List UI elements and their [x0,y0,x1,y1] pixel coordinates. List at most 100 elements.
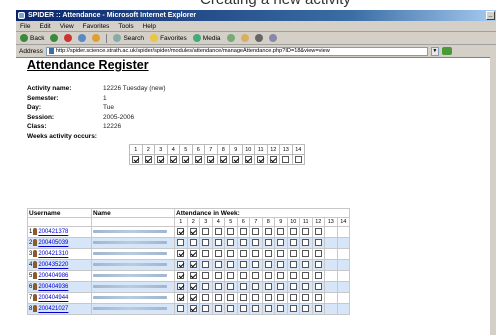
week-checkbox[interactable] [257,156,265,163]
attendance-checkbox[interactable] [277,305,285,313]
student-photo-icon[interactable] [33,250,38,258]
minimize-icon[interactable]: _ [486,11,495,20]
attendance-checkbox[interactable] [202,228,210,236]
attendance-checkbox[interactable] [189,283,197,291]
attendance-checkbox[interactable] [289,239,297,247]
menu-view[interactable]: View [60,23,74,30]
attendance-checkbox[interactable] [277,239,285,247]
student-photo-icon[interactable] [33,272,38,280]
week-checkbox[interactable] [244,156,252,163]
attendance-checkbox[interactable] [314,261,322,269]
attendance-checkbox[interactable] [177,305,185,313]
attendance-checkbox[interactable] [289,294,297,302]
attendance-checkbox[interactable] [214,250,222,258]
student-photo-icon[interactable] [33,294,38,302]
attendance-checkbox[interactable] [264,228,272,236]
attendance-checkbox[interactable] [202,283,210,291]
attendance-checkbox[interactable] [214,305,222,313]
username-link[interactable]: 200405039 [38,241,68,247]
attendance-checkbox[interactable] [289,228,297,236]
attendance-checkbox[interactable] [177,239,185,247]
attendance-checkbox[interactable] [214,272,222,280]
address-input[interactable]: http://spider.science.strath.ac.uk/spide… [45,46,428,56]
week-checkbox[interactable] [219,156,227,163]
attendance-checkbox[interactable] [239,239,247,247]
student-photo-icon[interactable] [33,305,38,313]
week-checkbox[interactable] [169,156,177,163]
student-photo-icon[interactable] [33,283,38,291]
attendance-checkbox[interactable] [239,272,247,280]
attendance-checkbox[interactable] [277,294,285,302]
student-photo-icon[interactable] [33,228,38,236]
attendance-checkbox[interactable] [264,272,272,280]
attendance-checkbox[interactable] [252,305,260,313]
print-icon[interactable] [254,34,263,42]
menu-tools[interactable]: Tools [118,23,133,30]
attendance-checkbox[interactable] [302,283,310,291]
attendance-checkbox[interactable] [189,294,197,302]
attendance-checkbox[interactable] [227,228,235,236]
week-checkbox[interactable] [194,156,202,163]
menu-file[interactable]: File [20,23,30,30]
attendance-checkbox[interactable] [289,283,297,291]
attendance-checkbox[interactable] [252,294,260,302]
edit-icon[interactable] [268,34,277,42]
attendance-checkbox[interactable] [214,239,222,247]
attendance-checkbox[interactable] [239,305,247,313]
attendance-checkbox[interactable] [264,294,272,302]
attendance-checkbox[interactable] [189,228,197,236]
attendance-checkbox[interactable] [202,305,210,313]
favorites-button[interactable]: Favorites [150,34,187,42]
week-checkbox[interactable] [294,156,302,163]
media-button[interactable]: Media [192,34,221,42]
attendance-checkbox[interactable] [214,294,222,302]
search-button[interactable]: Search [113,34,144,42]
attendance-checkbox[interactable] [252,228,260,236]
username-link[interactable]: 200404936 [38,285,68,291]
week-checkbox[interactable] [157,156,165,163]
attendance-checkbox[interactable] [289,250,297,258]
attendance-checkbox[interactable] [214,228,222,236]
attendance-checkbox[interactable] [277,261,285,269]
attendance-checkbox[interactable] [227,272,235,280]
attendance-checkbox[interactable] [177,250,185,258]
attendance-checkbox[interactable] [302,228,310,236]
attendance-checkbox[interactable] [189,261,197,269]
attendance-checkbox[interactable] [214,283,222,291]
week-checkbox[interactable] [207,156,215,163]
mail-icon[interactable] [240,34,249,42]
attendance-checkbox[interactable] [189,239,197,247]
attendance-checkbox[interactable] [252,261,260,269]
student-photo-icon[interactable] [33,239,38,247]
refresh-icon[interactable] [78,34,87,42]
week-checkbox[interactable] [269,156,277,163]
attendance-checkbox[interactable] [239,250,247,258]
username-link[interactable]: 200421378 [38,230,68,236]
attendance-checkbox[interactable] [302,294,310,302]
attendance-checkbox[interactable] [277,283,285,291]
menu-favorites[interactable]: Favorites [83,23,110,30]
attendance-checkbox[interactable] [202,294,210,302]
week-checkbox[interactable] [144,156,152,163]
attendance-checkbox[interactable] [277,250,285,258]
attendance-checkbox[interactable] [314,294,322,302]
attendance-checkbox[interactable] [277,228,285,236]
attendance-checkbox[interactable] [264,261,272,269]
attendance-checkbox[interactable] [177,283,185,291]
attendance-checkbox[interactable] [314,239,322,247]
attendance-checkbox[interactable] [264,239,272,247]
attendance-checkbox[interactable] [252,250,260,258]
attendance-checkbox[interactable] [202,250,210,258]
attendance-checkbox[interactable] [277,272,285,280]
go-icon[interactable] [441,47,452,55]
attendance-checkbox[interactable] [264,283,272,291]
attendance-checkbox[interactable] [177,272,185,280]
attendance-checkbox[interactable] [314,305,322,313]
username-link[interactable]: 200404986 [38,274,68,280]
attendance-checkbox[interactable] [252,283,260,291]
student-photo-icon[interactable] [33,261,38,269]
week-checkbox[interactable] [182,156,190,163]
attendance-checkbox[interactable] [264,250,272,258]
attendance-checkbox[interactable] [227,261,235,269]
username-link[interactable]: 200421310 [38,252,68,258]
